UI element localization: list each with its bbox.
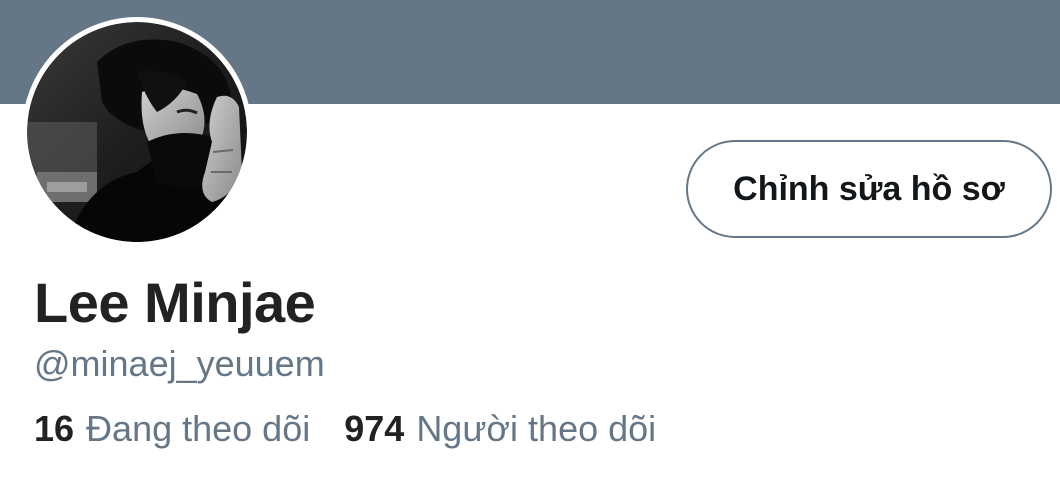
followers-count: 974: [344, 408, 405, 449]
edit-profile-button[interactable]: Chỉnh sửa hồ sơ: [686, 140, 1052, 238]
following-label: Đang theo dõi: [86, 408, 311, 449]
following-count: 16: [34, 408, 75, 449]
followers-link[interactable]: 974 Người theo dõi: [344, 408, 656, 450]
display-name: Lee Minjae: [34, 271, 316, 334]
user-handle: @minaej_yeuuem: [34, 343, 325, 384]
avatar[interactable]: [22, 17, 252, 247]
avatar-photo: [27, 22, 247, 242]
following-link[interactable]: 16 Đang theo dõi: [34, 408, 310, 450]
follow-stats: 16 Đang theo dõi 974 Người theo dõi: [34, 408, 656, 450]
followers-label: Người theo dõi: [416, 408, 657, 449]
